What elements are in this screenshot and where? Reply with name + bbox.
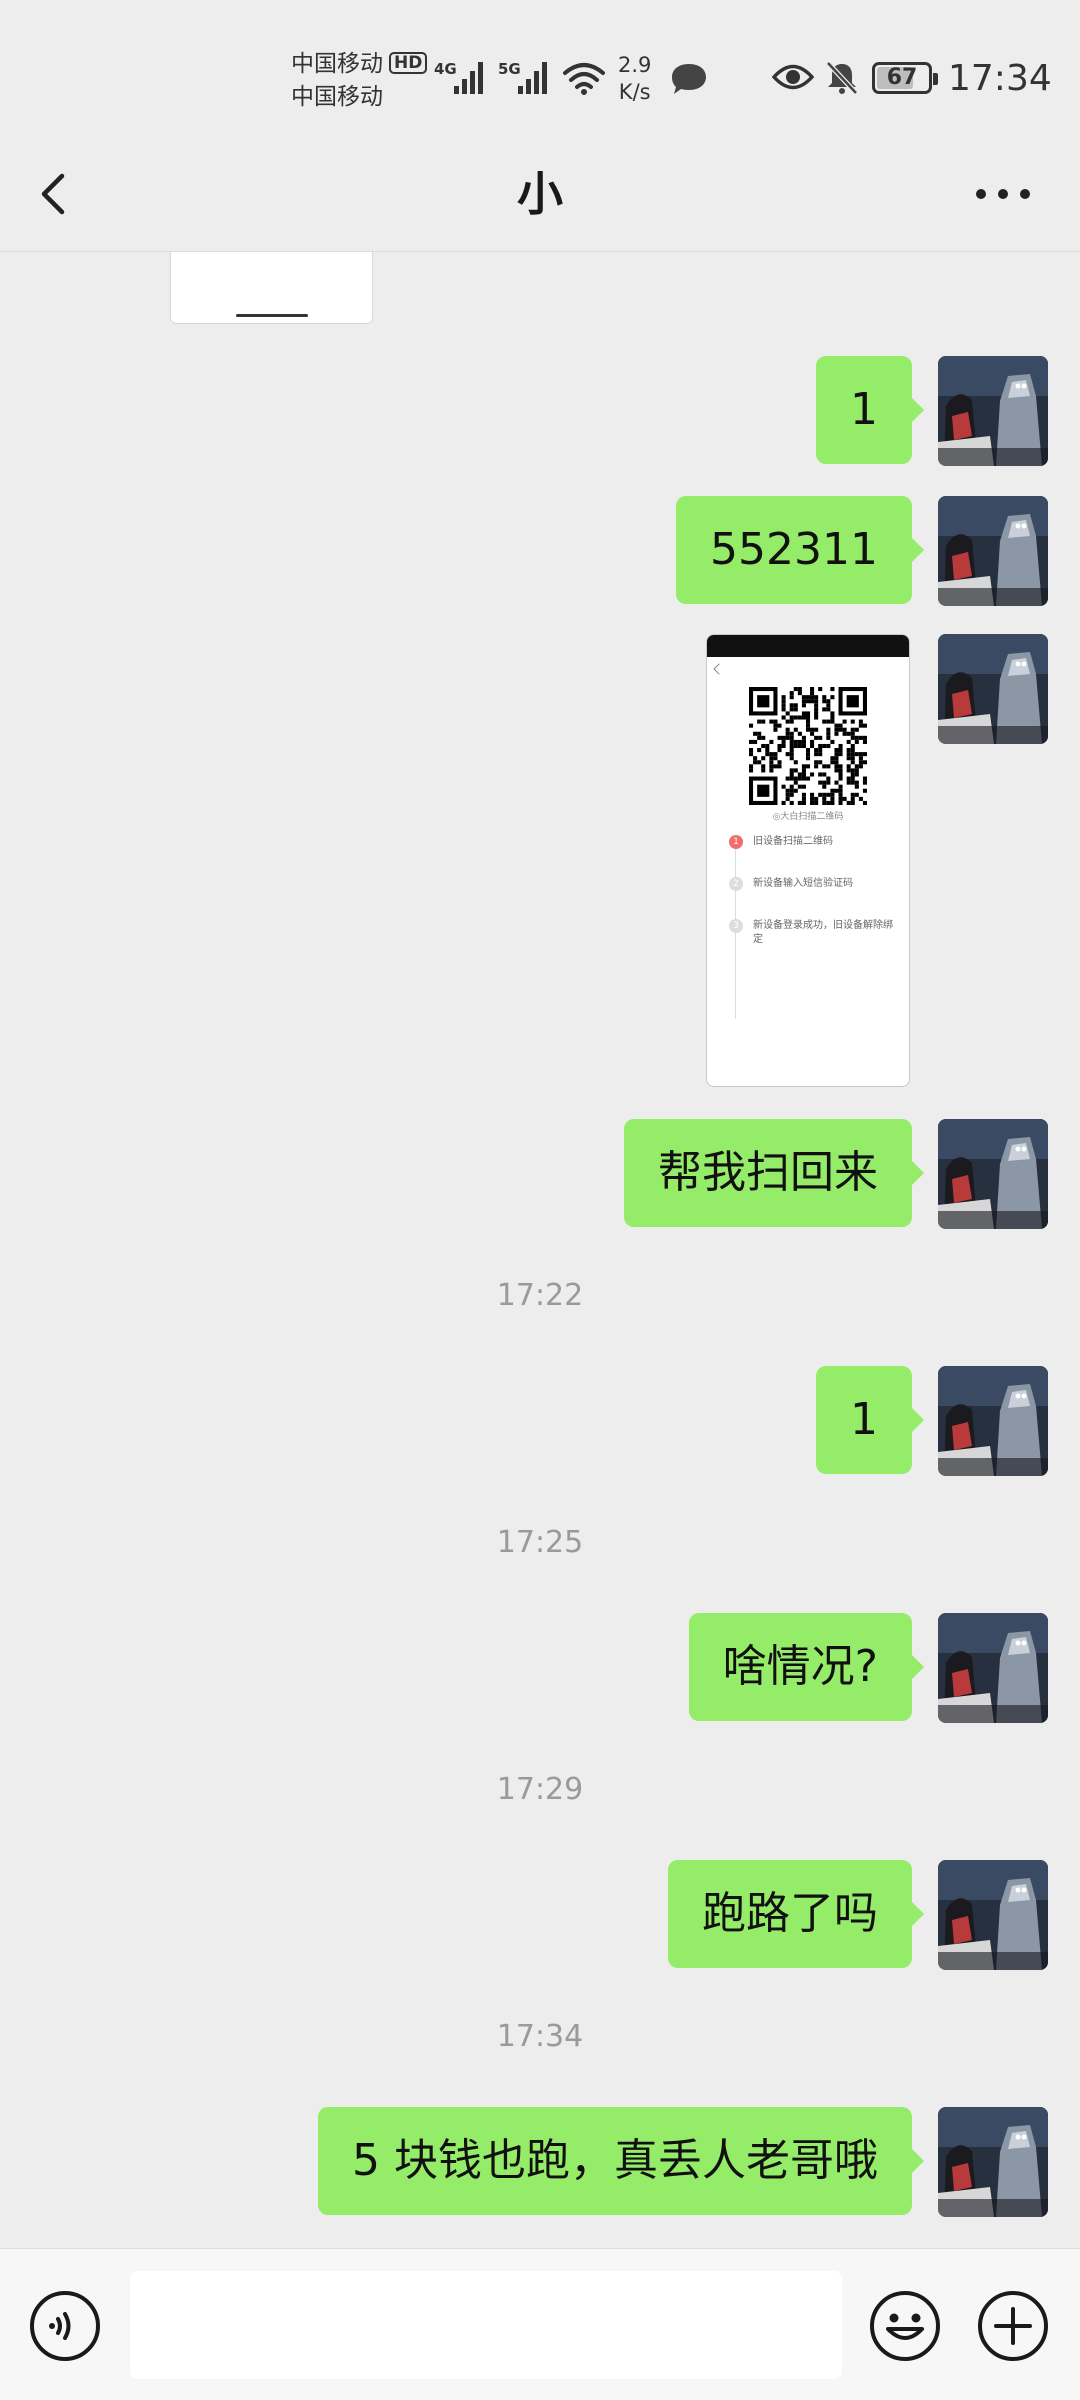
message-bubble[interactable]: 552311 — [676, 496, 924, 604]
status-time: 17:34 — [948, 58, 1052, 99]
emoji-icon — [870, 2291, 940, 2361]
more-dots-icon — [976, 189, 1030, 199]
carrier-1: 中国移动 — [291, 51, 383, 77]
avatar[interactable] — [938, 1366, 1048, 1476]
step-text: 新设备登录成功，旧设备解除绑定 — [753, 920, 893, 945]
avatar[interactable] — [938, 1860, 1048, 1970]
timestamp: 17:22 — [496, 1278, 584, 1313]
chat-header: 小 — [0, 140, 1080, 252]
message-bubble[interactable]: 啥情况? — [688, 1613, 925, 1721]
avatar[interactable] — [938, 1119, 1048, 1229]
battery-level: 67 — [886, 65, 918, 90]
previous-message-card[interactable] — [170, 252, 373, 324]
message-bubble[interactable]: 帮我扫回来 — [624, 1119, 924, 1227]
message-bubble[interactable]: 跑路了吗 — [668, 1860, 924, 1968]
voice-button[interactable] — [28, 2289, 102, 2363]
message-bubble[interactable]: 1 — [816, 356, 924, 464]
back-chevron-icon — [713, 663, 725, 675]
plus-button[interactable] — [976, 2289, 1050, 2363]
message-bubble[interactable]: 5 块钱也跑，真丢人老哥哦 — [318, 2107, 924, 2215]
more-button[interactable] — [968, 162, 1038, 226]
voice-icon — [30, 2291, 100, 2361]
step-text: 新设备输入短信验证码 — [753, 878, 853, 889]
battery-icon: 67 — [872, 62, 938, 94]
speed-unit: K/s — [618, 80, 651, 104]
status-bar: 中国移动 HD 中国移动 4G 5G 2.9 K/s 67 17:34 — [0, 0, 1080, 140]
avatar[interactable] — [938, 2107, 1048, 2217]
avatar[interactable] — [938, 356, 1048, 466]
eye-icon — [771, 62, 815, 96]
avatar[interactable] — [938, 634, 1048, 744]
qr-code — [749, 687, 867, 805]
input-bar — [0, 2248, 1080, 2400]
avatar[interactable] — [938, 496, 1048, 606]
plus-icon — [978, 2291, 1048, 2361]
carrier-info: 中国移动 HD 中国移动 — [291, 48, 428, 114]
emoji-button[interactable] — [868, 2289, 942, 2363]
step-text: 旧设备扫描二维码 — [753, 836, 833, 847]
carrier-2: 中国移动 — [291, 84, 383, 110]
timestamp: 17:34 — [496, 2019, 584, 2054]
avatar[interactable] — [938, 1613, 1048, 1723]
timestamp: 17:29 — [496, 1772, 584, 1807]
wifi-icon — [562, 60, 606, 100]
network-speed: 2.9 K/s — [618, 52, 651, 106]
chat-title: 小 — [517, 167, 563, 221]
qr-caption: ◎大白扫描二维码 — [772, 812, 844, 822]
hd-badge: HD — [389, 52, 428, 74]
message-bubble[interactable]: 1 — [816, 1366, 924, 1474]
timestamp: 17:25 — [496, 1525, 584, 1560]
message-input[interactable] — [130, 2271, 842, 2379]
image-message[interactable]: ◎大白扫描二维码 1 旧设备扫描二维码 2 新设备输入短信验证码 3 新设备登录成功，… — [706, 634, 910, 1087]
speed-value: 2.9 — [618, 53, 652, 77]
message-notification-icon — [670, 62, 708, 100]
bell-muted-icon — [824, 60, 860, 100]
